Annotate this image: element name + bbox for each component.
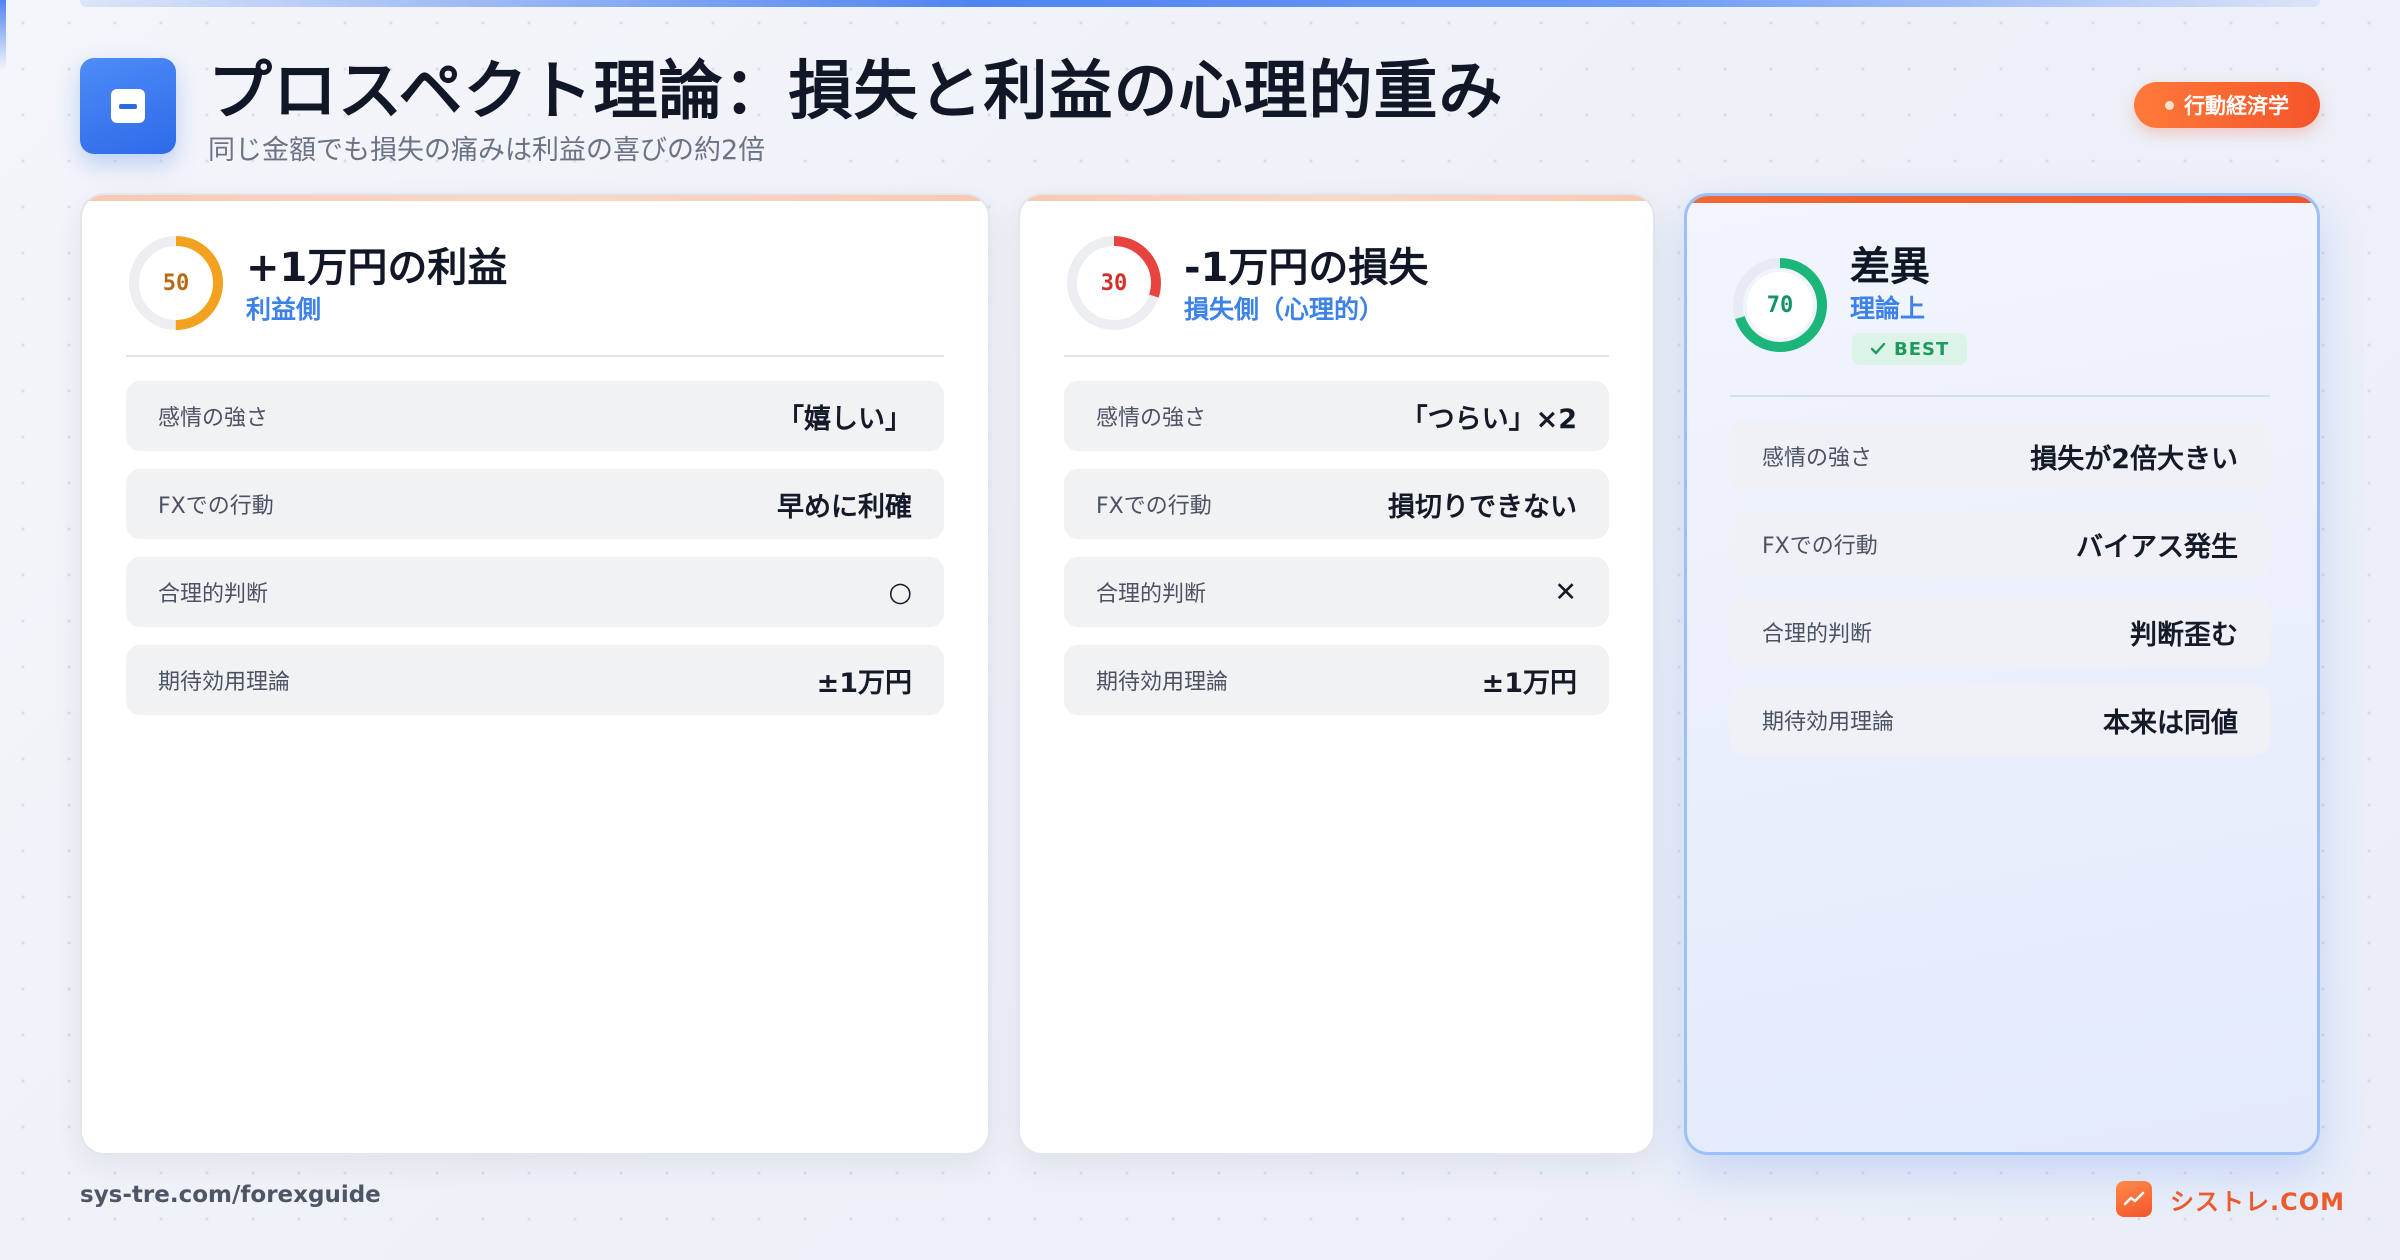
- score-value: 30: [1100, 270, 1128, 296]
- top-accent-bar: [80, 0, 2320, 7]
- trending-up-icon: [2116, 1181, 2152, 1217]
- category-tag: 行動経済学: [2134, 82, 2320, 128]
- row-label: 感情の強さ: [1762, 446, 1873, 471]
- row-value: 「つらい」×2: [1400, 403, 1577, 435]
- score-value: 70: [1766, 292, 1794, 318]
- score-ring: 30: [1064, 233, 1164, 333]
- card-subtitle: 利益側: [246, 295, 322, 324]
- brand-name: シストレ.COM: [2170, 1187, 2346, 1216]
- table-row: 感情の強さ 「嬉しい」: [126, 381, 944, 451]
- row-label: 合理的判断: [1096, 582, 1207, 607]
- row-label: 期待効用理論: [1762, 710, 1895, 735]
- row-value: ○: [888, 576, 912, 608]
- row-label: 合理的判断: [158, 582, 269, 607]
- row-value: 損切りできない: [1388, 491, 1577, 523]
- row-label: 期待効用理論: [1096, 670, 1229, 695]
- card-subtitle: 理論上: [1850, 294, 1926, 323]
- brand-logo: シストレ.COM: [2116, 1181, 2345, 1217]
- table-row: FXでの行動 バイアス発生: [1730, 509, 2270, 579]
- table-row: FXでの行動 損切りできない: [1064, 469, 1609, 539]
- row-label: FXでの行動: [1096, 494, 1212, 519]
- row-value: 損失が2倍大きい: [2030, 443, 2238, 475]
- card-loss: 30 -1万円の損失 損失側（心理的） 感情の強さ 「つらい」×2 FXでの行動…: [1018, 193, 1655, 1155]
- score-ring: 50: [126, 233, 226, 333]
- row-value: ±1万円: [816, 667, 912, 699]
- row-value: ±1万円: [1481, 667, 1577, 699]
- left-accent-bar: [0, 0, 6, 70]
- row-value: 本来は同値: [2103, 707, 2238, 739]
- table-row: 感情の強さ 損失が2倍大きい: [1730, 421, 2270, 491]
- best-badge: BEST: [1852, 333, 1968, 365]
- score-value: 50: [162, 270, 190, 296]
- row-label: 感情の強さ: [158, 406, 269, 431]
- card-divider: [1730, 395, 2270, 397]
- row-label: FXでの行動: [158, 494, 274, 519]
- row-value: バイアス発生: [2076, 531, 2238, 563]
- card-title: 差異: [1850, 244, 1930, 290]
- row-label: 期待効用理論: [158, 670, 291, 695]
- table-row: 期待効用理論 本来は同値: [1730, 685, 2270, 755]
- page-subtitle: 同じ金額でも損失の痛みは利益の喜びの約2倍: [208, 135, 766, 166]
- card-difference: 70 差異 理論上 BEST 感情の強さ 損失が2倍大きい FXでの行動 バイア…: [1684, 193, 2320, 1155]
- card-divider: [1064, 355, 1609, 357]
- row-value: 早めに利確: [777, 491, 912, 523]
- row-value: 「嬉しい」: [777, 403, 912, 435]
- row-label: 合理的判断: [1762, 622, 1873, 647]
- table-row: 合理的判断 ✕: [1064, 557, 1609, 627]
- table-row: FXでの行動 早めに利確: [126, 469, 944, 539]
- check-icon: [1870, 342, 1886, 355]
- footer-url[interactable]: sys-tre.com/forexguide: [80, 1182, 381, 1208]
- best-badge-label: BEST: [1894, 338, 1950, 360]
- page-title: プロスペクト理論：損失と利益の心理的重み: [208, 55, 1504, 129]
- card-divider: [126, 355, 944, 357]
- card-subtitle: 損失側（心理的）: [1184, 295, 1385, 324]
- tag-dot-icon: [2165, 100, 2174, 110]
- minus-square-icon: [80, 58, 176, 154]
- table-row: 期待効用理論 ±1万円: [1064, 645, 1609, 715]
- row-value: ✕: [1554, 576, 1577, 608]
- table-row: 合理的判断 判断歪む: [1730, 597, 2270, 667]
- row-value: 判断歪む: [2130, 619, 2238, 651]
- row-label: 感情の強さ: [1096, 406, 1207, 431]
- table-row: 感情の強さ 「つらい」×2: [1064, 381, 1609, 451]
- card-gain: 50 +1万円の利益 利益側 感情の強さ 「嬉しい」 FXでの行動 早めに利確 …: [80, 193, 990, 1155]
- table-row: 合理的判断 ○: [126, 557, 944, 627]
- card-title: +1万円の利益: [246, 245, 508, 291]
- row-label: FXでの行動: [1762, 534, 1878, 559]
- category-tag-label: 行動経済学: [2184, 94, 2289, 118]
- card-title: -1万円の損失: [1184, 245, 1429, 291]
- table-row: 期待効用理論 ±1万円: [126, 645, 944, 715]
- score-ring: 70: [1730, 255, 1830, 355]
